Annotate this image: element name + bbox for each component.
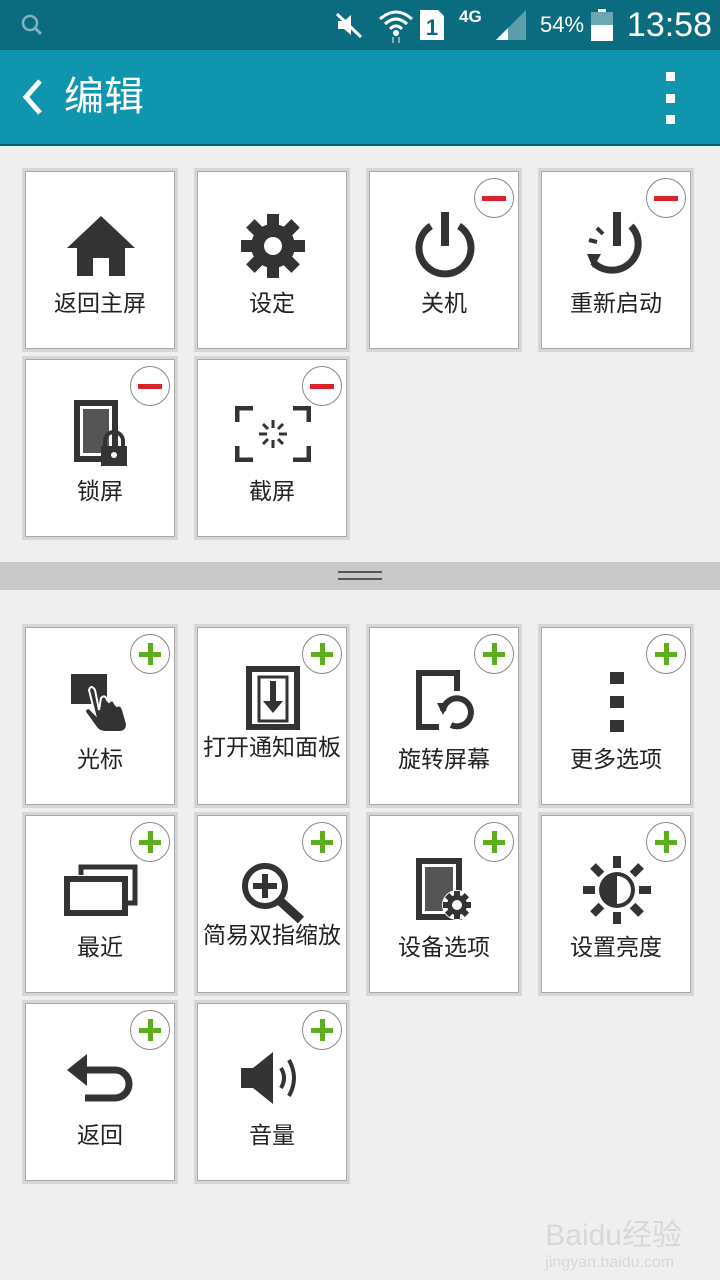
volume-icon — [223, 1038, 323, 1118]
tile-label: 光标 — [77, 747, 123, 773]
tile-label: 截屏 — [249, 479, 295, 505]
cursor-hand-icon — [51, 662, 151, 742]
section-divider[interactable] — [0, 562, 720, 590]
tile-label: 锁屏 — [77, 479, 123, 505]
mute-icon — [334, 0, 364, 50]
watermark-logo: Baidu经验 jingyan.baidu.com — [545, 1210, 682, 1272]
tile-volume[interactable]: 音量 — [194, 1000, 350, 1184]
tile-label: 返回主屏 — [54, 291, 146, 317]
watermark-subtext: jingyan.baidu.com — [545, 1254, 675, 1271]
tile-power-off[interactable]: 关机 — [366, 168, 522, 352]
tile-label: 最近 — [77, 935, 123, 961]
recent-apps-icon — [51, 850, 151, 930]
tile-label: 设置亮度 — [570, 935, 662, 961]
brightness-icon — [567, 850, 667, 930]
tile-more-options[interactable]: 更多选项 — [538, 624, 694, 808]
tile-back[interactable]: 返回 — [22, 1000, 178, 1184]
battery-icon — [591, 0, 613, 50]
lock-screen-icon — [51, 394, 151, 474]
tile-notification-panel[interactable]: 打开通知面板 — [194, 624, 350, 808]
status-bar: 1 4G 54% 13:58 — [0, 0, 720, 50]
tile-label: 简易双指缩放 — [203, 923, 341, 949]
zoom-icon — [223, 852, 323, 932]
page-title: 编辑 — [64, 74, 144, 120]
tile-restart[interactable]: 重新启动 — [538, 168, 694, 352]
tile-brightness[interactable]: 设置亮度 — [538, 812, 694, 996]
tile-label: 设备选项 — [398, 935, 490, 961]
rotate-screen-icon — [395, 662, 495, 742]
tile-recent[interactable]: 最近 — [22, 812, 178, 996]
clock: 13:58 — [626, 5, 712, 44]
gear-icon — [223, 206, 323, 286]
tile-label: 音量 — [249, 1123, 295, 1149]
watermark-text: Baidu经验 — [545, 1219, 682, 1252]
more-vertical-icon — [665, 72, 675, 81]
tile-device-options[interactable]: 设备选项 — [366, 812, 522, 996]
sim-icon: 1 — [418, 0, 446, 50]
svg-text:1: 1 — [426, 15, 438, 40]
tile-settings[interactable]: 设定 — [194, 168, 350, 352]
battery-percent: 54% — [540, 12, 585, 37]
more-options-icon — [567, 662, 667, 742]
restart-icon — [567, 206, 667, 286]
power-icon — [395, 206, 495, 286]
back-arrow-icon — [51, 1038, 151, 1118]
chevron-left-icon — [22, 79, 42, 115]
tile-label: 关机 — [421, 291, 467, 317]
screenshot-icon — [223, 394, 323, 474]
notification-panel-icon — [223, 658, 323, 738]
app-header: 编辑 — [0, 50, 720, 144]
tile-screenshot[interactable]: 截屏 — [194, 356, 350, 540]
wifi-icon — [378, 0, 414, 50]
network-type: 4G — [459, 7, 482, 26]
tile-lock-screen[interactable]: 锁屏 — [22, 356, 178, 540]
drag-handle-icon[interactable] — [338, 571, 382, 581]
tile-label: 旋转屏幕 — [398, 747, 490, 773]
tile-label: 打开通知面板 — [203, 735, 341, 761]
back-button[interactable] — [6, 67, 60, 127]
home-icon — [51, 206, 151, 286]
search-icon — [20, 0, 44, 50]
tile-home[interactable]: 返回主屏 — [22, 168, 178, 352]
signal-icon — [494, 0, 528, 50]
tile-cursor[interactable]: 光标 — [22, 624, 178, 808]
tile-zoom[interactable]: 简易双指缩放 — [194, 812, 350, 996]
tile-label: 返回 — [77, 1123, 123, 1149]
device-options-icon — [395, 850, 495, 930]
tile-label: 更多选项 — [570, 747, 662, 773]
tile-label: 设定 — [249, 291, 295, 317]
tile-rotate-screen[interactable]: 旋转屏幕 — [366, 624, 522, 808]
more-menu-button[interactable] — [658, 72, 682, 124]
tile-label: 重新启动 — [570, 291, 662, 317]
